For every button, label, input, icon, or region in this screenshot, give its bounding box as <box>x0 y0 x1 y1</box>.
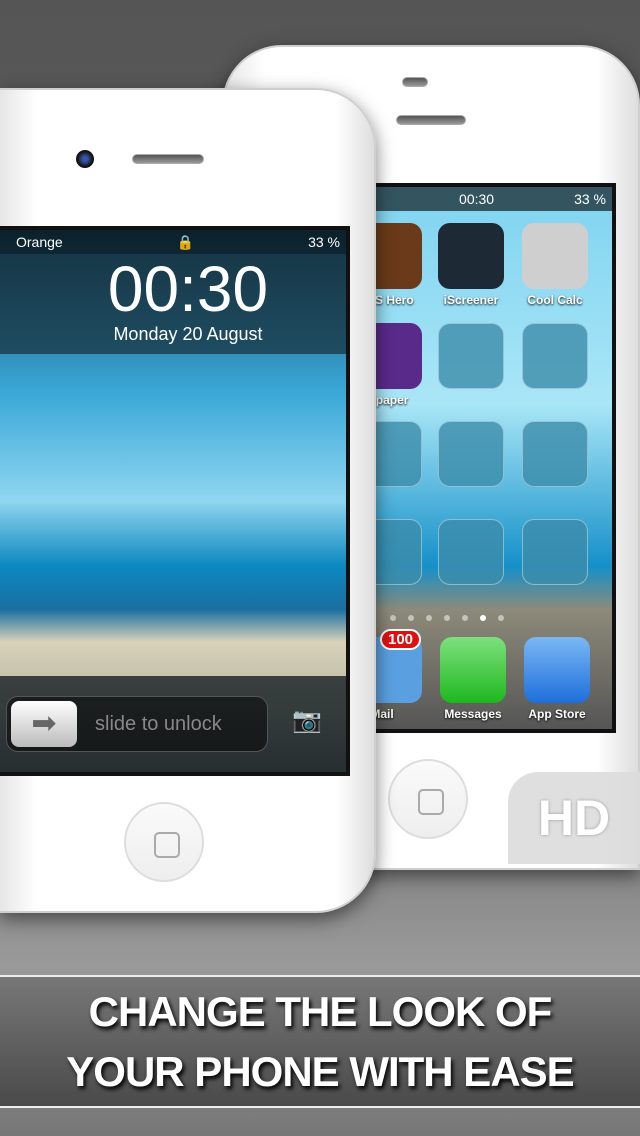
status-time: 00:30 <box>459 191 495 207</box>
app-label: Wallpaper <box>375 393 409 407</box>
app-label: iOS Hero <box>374 293 414 307</box>
promo-banner: CHANGE THE LOOK OF YOUR PHONE WITH EASE <box>0 975 640 1108</box>
speaker <box>132 154 204 164</box>
empty-slot <box>376 519 422 585</box>
carrier: Orange <box>16 234 63 250</box>
lock-time: 00:30 <box>107 253 269 325</box>
app-cool-calc[interactable] <box>522 223 588 289</box>
unlock-slider[interactable]: ➡ slide to unlock <box>6 696 268 752</box>
lock-icon: 🔒 <box>176 233 195 250</box>
lock-screen: Orange 🔒 33 % 00:30 Monday 20 August ➡ s… <box>0 226 350 776</box>
battery: 33 % <box>308 234 340 250</box>
page-indicator[interactable] <box>390 615 510 621</box>
app-messages[interactable] <box>440 637 506 703</box>
app-label: Mail <box>372 707 394 721</box>
app-app-store[interactable] <box>524 637 590 703</box>
empty-slot <box>522 421 588 487</box>
front-camera <box>76 150 94 168</box>
clock-panel: 00:30 Monday 20 August <box>0 254 346 354</box>
app-label: App Store <box>528 707 586 721</box>
empty-slot <box>376 421 422 487</box>
arrow-right-icon[interactable]: ➡ <box>11 701 77 747</box>
home-screen: 00:30 33 % iOS Hero iScreener Cool Calc … <box>372 183 616 733</box>
empty-slot <box>438 519 504 585</box>
camera-icon[interactable]: 📷 <box>292 706 322 735</box>
mail-badge: 100 <box>380 629 422 650</box>
app-label: iScreener <box>443 293 499 307</box>
empty-slot <box>522 323 588 389</box>
home-button[interactable] <box>388 759 468 839</box>
app-wallpaper[interactable] <box>376 323 422 389</box>
lock-date: Monday 20 August <box>113 324 263 344</box>
app-iscreener[interactable] <box>438 223 504 289</box>
empty-slot <box>522 519 588 585</box>
front-phone: Orange 🔒 33 % 00:30 Monday 20 August ➡ s… <box>0 88 376 913</box>
sensor <box>402 77 428 87</box>
unlock-bar: ➡ slide to unlock 📷 <box>0 676 346 772</box>
slide-to-unlock-text: slide to unlock <box>95 713 222 735</box>
app-label: Messages <box>444 707 502 721</box>
hd-badge: HD <box>508 772 640 864</box>
banner-line-2: YOUR PHONE WITH EASE <box>66 1047 574 1095</box>
empty-slot <box>438 421 504 487</box>
empty-slot <box>438 323 504 389</box>
banner-line-1: CHANGE THE LOOK OF <box>88 987 553 1035</box>
status-battery: 33 % <box>574 191 606 207</box>
app-ios-hero[interactable] <box>376 223 422 289</box>
app-label: Cool Calc <box>527 293 583 307</box>
speaker <box>396 115 466 125</box>
home-button[interactable] <box>124 802 204 882</box>
